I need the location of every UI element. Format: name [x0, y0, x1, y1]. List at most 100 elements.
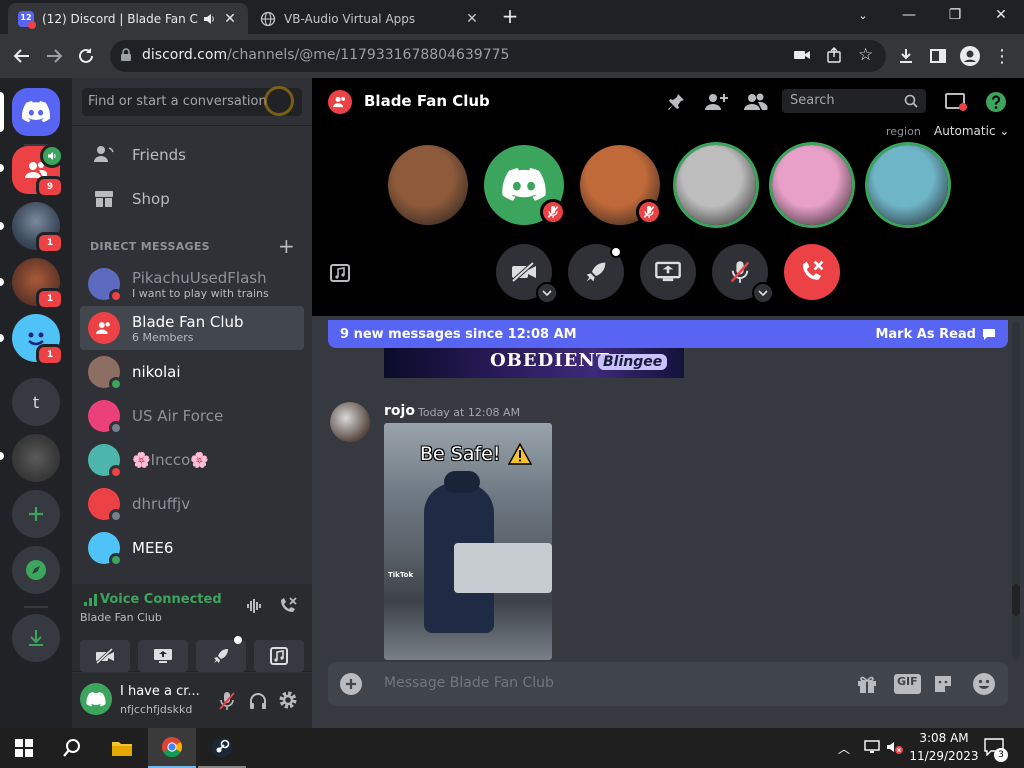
- activities-button[interactable]: [196, 636, 246, 672]
- settings-gear-icon[interactable]: [278, 690, 298, 710]
- minimize-icon[interactable]: —: [886, 0, 932, 30]
- guild-server-2[interactable]: 1: [12, 202, 64, 254]
- download-apps-button[interactable]: [12, 614, 60, 662]
- file-explorer-button[interactable]: [98, 728, 146, 768]
- new-messages-bar[interactable]: 9 new messages since 12:08 AM Mark As Re…: [328, 320, 1008, 348]
- soundboard-side-icon[interactable]: [330, 264, 350, 282]
- guild-server-6[interactable]: [12, 434, 60, 482]
- call-participant[interactable]: [676, 145, 756, 225]
- message-avatar[interactable]: [330, 402, 370, 442]
- popout-screen-icon[interactable]: [944, 90, 968, 114]
- toggle-camera-button[interactable]: [496, 244, 558, 304]
- member-list-icon[interactable]: [744, 90, 768, 114]
- gift-icon[interactable]: [856, 673, 878, 695]
- voice-channel-link[interactable]: Blade Fan Club: [80, 611, 162, 624]
- dm-item[interactable]: MEE6: [80, 526, 304, 570]
- gif-picker-button[interactable]: GIF: [894, 674, 921, 694]
- camera-icon[interactable]: [794, 48, 810, 62]
- help-icon[interactable]: [984, 90, 1008, 114]
- find-conversation-input[interactable]: Find or start a conversation: [82, 86, 302, 116]
- scrollbar-thumb[interactable]: [1012, 584, 1020, 616]
- dm-item[interactable]: PikachuUsedFlash I want to play with trai…: [80, 262, 304, 306]
- close-tab-icon[interactable]: ✕: [464, 11, 480, 27]
- reload-icon[interactable]: [74, 44, 98, 68]
- message-composer[interactable]: Message Blade Fan Club GIF: [328, 662, 1008, 706]
- guild-direct-messages[interactable]: [12, 88, 60, 136]
- call-participant[interactable]: [868, 145, 948, 225]
- share-screen-button[interactable]: [138, 640, 188, 672]
- close-window-icon[interactable]: ✕: [978, 0, 1024, 30]
- dm-item[interactable]: US Air Force: [80, 394, 304, 438]
- create-dm-plus-icon[interactable]: +: [278, 234, 295, 258]
- camera-options-caret[interactable]: [536, 282, 558, 304]
- dm-item[interactable]: 🌸Incco🌸: [80, 438, 304, 482]
- guild-server-4[interactable]: 1: [12, 314, 64, 366]
- camera-off-button[interactable]: [80, 640, 130, 672]
- chrome-taskbar-button[interactable]: [148, 728, 196, 768]
- voice-connected-panel: Voice Connected Blade Fan Club: [72, 584, 312, 672]
- dm-item[interactable]: nikolai: [80, 350, 304, 394]
- share-screen-call-button[interactable]: [640, 244, 696, 300]
- address-bar[interactable]: discord.com/channels/@me/117933167880463…: [110, 40, 886, 72]
- header-search-input[interactable]: Search: [782, 89, 926, 113]
- tab-vb-audio[interactable]: VB-Audio Virtual Apps ✕: [250, 3, 490, 34]
- show-hidden-icons[interactable]: ︿: [838, 740, 850, 757]
- steam-taskbar-button[interactable]: [198, 728, 246, 768]
- speaker-icon[interactable]: [202, 12, 216, 26]
- leave-call-button[interactable]: [784, 244, 840, 300]
- noise-suppression-icon[interactable]: [246, 598, 264, 614]
- dm-avatar: [88, 268, 123, 303]
- message-author[interactable]: rojo: [384, 403, 415, 419]
- disconnect-call-icon[interactable]: [278, 597, 298, 615]
- sticker-icon[interactable]: [932, 673, 954, 695]
- share-icon[interactable]: [826, 47, 842, 63]
- dm-item[interactable]: dhruffjv: [80, 482, 304, 526]
- add-server-button[interactable]: [12, 490, 60, 538]
- call-participant[interactable]: [484, 145, 566, 225]
- close-tab-icon[interactable]: ✕: [222, 11, 238, 27]
- mute-mic-icon[interactable]: [218, 691, 236, 711]
- message-scrollbar[interactable]: [1012, 322, 1020, 660]
- shop-nav[interactable]: Shop: [80, 178, 304, 220]
- restore-icon[interactable]: ❐: [932, 0, 978, 30]
- side-panel-icon[interactable]: [926, 44, 950, 68]
- upload-plus-icon[interactable]: [340, 673, 362, 695]
- profile-avatar-icon[interactable]: [958, 44, 982, 68]
- call-participant[interactable]: [580, 145, 662, 225]
- clock-date[interactable]: 11/29/2023: [908, 749, 980, 763]
- guild-server-3[interactable]: 1: [12, 258, 64, 310]
- friends-nav[interactable]: Friends: [80, 134, 304, 176]
- pin-icon[interactable]: [664, 90, 688, 114]
- back-icon[interactable]: [10, 44, 34, 68]
- tab-search-icon[interactable]: ⌄: [840, 0, 886, 30]
- user-avatar[interactable]: [80, 683, 112, 715]
- network-icon[interactable]: [864, 740, 880, 754]
- video-attachment[interactable]: Be Safe! TikTok: [384, 423, 552, 660]
- guild-t[interactable]: t: [12, 378, 60, 426]
- guild-blade-fan-club[interactable]: 9: [12, 144, 64, 198]
- explore-servers-button[interactable]: [12, 546, 60, 594]
- region-select[interactable]: Automatic ⌄: [934, 124, 1009, 138]
- call-participant[interactable]: [388, 145, 468, 225]
- soundboard-button[interactable]: [254, 640, 304, 672]
- clock-time[interactable]: 3:08 AM: [916, 731, 972, 745]
- headphones-icon[interactable]: [248, 691, 268, 711]
- new-tab-button[interactable]: +: [500, 6, 520, 26]
- dm-item[interactable]: Blade Fan Club 6 Members: [80, 306, 304, 350]
- tab-discord[interactable]: 12 (12) Discord | Blade Fan Club ✕: [8, 3, 248, 34]
- start-button[interactable]: [0, 728, 48, 768]
- volume-muted-icon[interactable]: [886, 740, 904, 754]
- add-friends-to-dm-icon[interactable]: [704, 90, 728, 114]
- lock-icon[interactable]: [120, 48, 132, 62]
- start-activity-button[interactable]: [568, 244, 624, 300]
- mark-as-read-button[interactable]: Mark As Read: [875, 327, 976, 342]
- toggle-mute-button[interactable]: [712, 244, 774, 304]
- emoji-icon[interactable]: [972, 672, 996, 696]
- mic-options-caret[interactable]: [752, 282, 774, 304]
- menu-kebab-icon[interactable]: ⋮: [990, 44, 1014, 68]
- call-participant[interactable]: [772, 145, 852, 225]
- download-icon[interactable]: [894, 44, 918, 68]
- search-button[interactable]: [48, 728, 96, 768]
- bookmark-star-icon[interactable]: ☆: [858, 45, 873, 65]
- forward-icon[interactable]: [42, 44, 66, 68]
